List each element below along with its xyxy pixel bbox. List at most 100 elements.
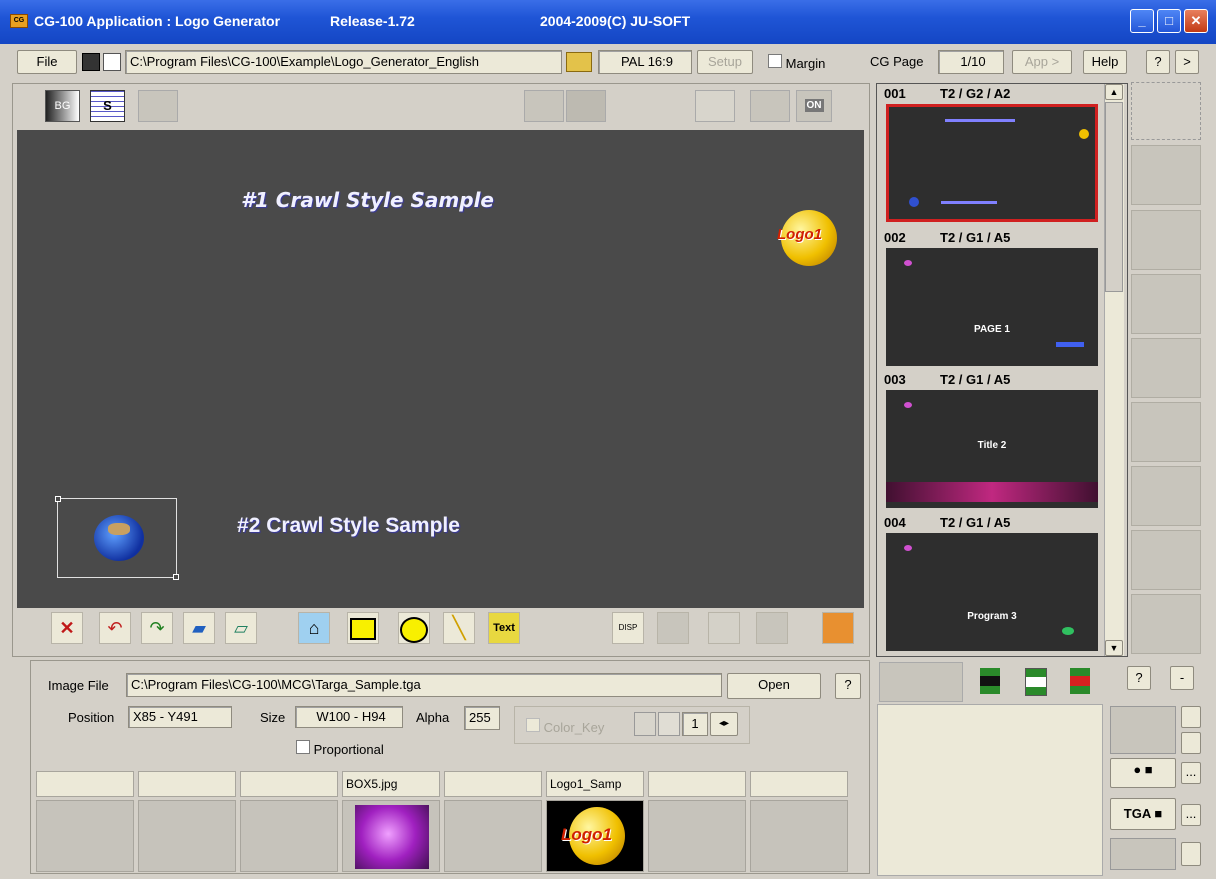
new-file-icon[interactable] bbox=[103, 53, 121, 71]
next-button[interactable]: > bbox=[1175, 50, 1199, 74]
help-button[interactable]: Help bbox=[1083, 50, 1127, 74]
app-button[interactable]: App > bbox=[1012, 50, 1072, 74]
ellipse-tool-icon[interactable] bbox=[398, 612, 430, 644]
image-slot-5[interactable] bbox=[444, 800, 542, 872]
proportional-checkbox[interactable]: Proportional bbox=[296, 740, 384, 757]
move-button[interactable] bbox=[657, 612, 689, 644]
list-tool-button[interactable] bbox=[566, 90, 606, 122]
delete-icon[interactable]: ✕ bbox=[51, 612, 83, 644]
thumb-text-line bbox=[941, 201, 997, 204]
save-icon[interactable] bbox=[82, 53, 100, 71]
quick-slot-3[interactable] bbox=[1131, 210, 1201, 270]
tga-options-button[interactable]: ... bbox=[1181, 804, 1201, 826]
color-swatch-1[interactable] bbox=[634, 712, 656, 736]
scroll-up-button[interactable]: ▲ bbox=[1105, 84, 1123, 100]
clock-toggle-button[interactable]: ● ■ bbox=[1110, 758, 1176, 788]
project-path-field[interactable]: C:\Program Files\CG-100\Example\Logo_Gen… bbox=[125, 50, 562, 74]
quick-slot-9[interactable] bbox=[1131, 594, 1201, 654]
page-collapse-button[interactable]: - bbox=[1170, 666, 1194, 690]
delete-page-icon[interactable] bbox=[1062, 662, 1098, 702]
scroll-down-button[interactable]: ▼ bbox=[1105, 640, 1123, 656]
image-file-field[interactable]: C:\Program Files\CG-100\MCG\Targa_Sample… bbox=[126, 673, 722, 697]
cg-page-field[interactable]: 1/10 bbox=[938, 50, 1004, 74]
open-button[interactable]: Open bbox=[727, 673, 821, 699]
image-slot-8[interactable] bbox=[750, 800, 848, 872]
color-swatch-2[interactable] bbox=[658, 712, 680, 736]
page-help-button[interactable]: ? bbox=[1127, 666, 1151, 690]
push-button[interactable] bbox=[708, 612, 740, 644]
alpha-field[interactable]: 255 bbox=[464, 706, 500, 730]
setup-button[interactable]: Setup bbox=[697, 50, 753, 74]
question-button[interactable]: ? bbox=[1146, 50, 1170, 74]
display-label: DISP bbox=[618, 623, 638, 632]
safe-area-tool-button[interactable] bbox=[138, 90, 178, 122]
margin-checkbox-box[interactable] bbox=[768, 54, 782, 68]
color-key-stepper[interactable]: ◂▸ bbox=[710, 712, 738, 736]
page-thumb-001[interactable] bbox=[886, 104, 1098, 222]
color-key-number-field[interactable]: 1 bbox=[682, 712, 708, 736]
resize-handle-tl[interactable] bbox=[55, 496, 61, 502]
preview-canvas[interactable]: #1 Crawl Style Sample Logo1 #2 Crawl Sty… bbox=[17, 130, 864, 608]
quick-slot-6[interactable] bbox=[1131, 402, 1201, 462]
extra-output-button[interactable] bbox=[1181, 842, 1201, 866]
clock-options-button[interactable]: ... bbox=[1181, 762, 1201, 784]
image-slot-4[interactable] bbox=[342, 800, 440, 872]
quick-slot-8[interactable] bbox=[1131, 530, 1201, 590]
clipboard-tool-button[interactable] bbox=[695, 90, 735, 122]
resize-handle-br[interactable] bbox=[173, 574, 179, 580]
text-tool-icon[interactable]: Text bbox=[488, 612, 520, 644]
layout-tool-button[interactable] bbox=[524, 90, 564, 122]
minimize-button[interactable]: _ bbox=[1130, 9, 1154, 33]
image-slot-6[interactable]: Logo1 bbox=[546, 800, 644, 872]
quick-slot-1[interactable] bbox=[1131, 82, 1201, 140]
image-insert-icon[interactable]: ⌂ bbox=[298, 612, 330, 644]
display-button[interactable]: DISP bbox=[612, 612, 644, 644]
output-option-button-1[interactable] bbox=[1181, 706, 1201, 728]
line-tool-icon[interactable]: ╲ bbox=[443, 612, 475, 644]
bg-tool-button[interactable]: BG bbox=[45, 90, 80, 122]
on-air-tool-button[interactable]: ON bbox=[796, 90, 832, 122]
output-option-button-2[interactable] bbox=[1181, 732, 1201, 754]
image-slot-1[interactable] bbox=[36, 800, 134, 872]
color-key-checkbox[interactable]: Color_Key bbox=[526, 718, 604, 735]
image-slot-2[interactable] bbox=[138, 800, 236, 872]
page-thumb-003[interactable]: Title 2 bbox=[886, 390, 1098, 508]
image-slot-3[interactable] bbox=[240, 800, 338, 872]
page-thumb-002[interactable]: PAGE 1 bbox=[886, 248, 1098, 366]
slot-label-3 bbox=[240, 771, 338, 797]
close-button[interactable]: ✕ bbox=[1184, 9, 1208, 33]
scroll-thumb[interactable] bbox=[1105, 102, 1123, 292]
image-help-button[interactable]: ? bbox=[835, 673, 861, 699]
image-slot-7[interactable] bbox=[648, 800, 746, 872]
rectangle-tool-icon[interactable] bbox=[347, 612, 379, 644]
crawl-text-1[interactable]: #1 Crawl Style Sample bbox=[241, 188, 494, 212]
position-field: X85 - Y491 bbox=[128, 706, 232, 728]
insert-page-icon[interactable] bbox=[972, 662, 1008, 702]
redo-icon[interactable]: ↷ bbox=[141, 612, 173, 644]
color-key-checkbox-box[interactable] bbox=[526, 718, 540, 732]
extra-output-slot[interactable] bbox=[1110, 838, 1176, 870]
tga-toggle-button[interactable]: TGA ■ bbox=[1110, 798, 1176, 830]
send-back-icon[interactable]: ▱ bbox=[225, 612, 257, 644]
quick-slot-5[interactable] bbox=[1131, 338, 1201, 398]
page-thumb-004[interactable]: Program 3 bbox=[886, 533, 1098, 651]
crawl-text-2[interactable]: #2 Crawl Style Sample bbox=[237, 514, 460, 538]
bring-front-icon[interactable]: ▰ bbox=[183, 612, 215, 644]
file-menu-button[interactable]: File bbox=[17, 50, 77, 74]
quick-slot-2[interactable] bbox=[1131, 145, 1201, 205]
page-button[interactable] bbox=[756, 612, 788, 644]
logo-globe-icon[interactable]: Logo1 bbox=[777, 210, 837, 266]
slot-label-1 bbox=[36, 771, 134, 797]
undo-icon[interactable]: ↶ bbox=[99, 612, 131, 644]
quick-slot-4[interactable] bbox=[1131, 274, 1201, 334]
grid-tool-button[interactable]: S bbox=[90, 90, 125, 122]
maximize-button[interactable]: □ bbox=[1157, 9, 1181, 33]
image-selection-box[interactable] bbox=[55, 496, 179, 580]
margin-checkbox[interactable]: Margin bbox=[768, 54, 825, 71]
preview-tool-button[interactable] bbox=[750, 90, 790, 122]
frame-tool-icon[interactable] bbox=[822, 612, 854, 644]
copy-page-icon[interactable] bbox=[1018, 662, 1054, 702]
proportional-checkbox-box[interactable] bbox=[296, 740, 310, 754]
open-folder-icon[interactable] bbox=[566, 52, 592, 72]
quick-slot-7[interactable] bbox=[1131, 466, 1201, 526]
